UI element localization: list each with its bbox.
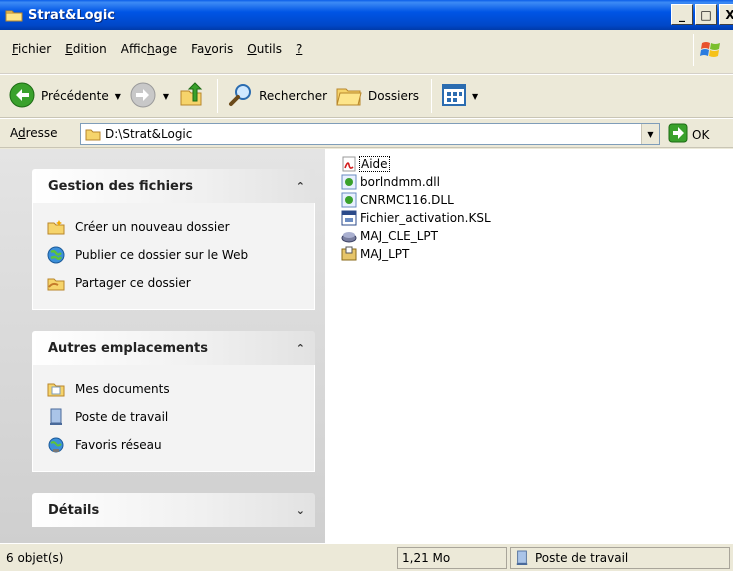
menu-outils[interactable]: Outils <box>243 42 292 56</box>
other-places-panel: Autres emplacements ⌃ Mes documents Post… <box>32 331 315 472</box>
expand-chevron-icon[interactable]: ⌄ <box>296 504 305 517</box>
search-button[interactable]: Rechercher <box>228 78 327 114</box>
panel-title: Détails <box>48 502 100 518</box>
place-my-computer[interactable]: Poste de travail <box>47 403 300 431</box>
search-label: Rechercher <box>259 89 328 103</box>
panel-title: Autres emplacements <box>48 340 209 356</box>
file-item[interactable]: borlndmm.dll <box>341 173 440 191</box>
forward-arrow-icon <box>129 81 157 112</box>
folders-button[interactable]: Dossiers <box>335 78 419 114</box>
file-item[interactable]: MAJ_CLE_LPT <box>341 227 438 245</box>
address-label: Adresse <box>10 126 58 140</box>
folder-icon <box>85 127 101 141</box>
menu-bar: Fichier Edition Affichage Favoris Outils… <box>0 30 733 74</box>
file-item[interactable]: Fichier_activation.KSL <box>341 209 491 227</box>
task-pane: Gestion des fichiers ⌃ Créer un nouveau … <box>0 149 325 543</box>
folders-icon <box>335 83 363 110</box>
menu-affichage[interactable]: Affichage <box>117 42 187 56</box>
collapse-chevron-icon[interactable]: ⌃ <box>296 180 305 193</box>
file-item[interactable]: MAJ_LPT <box>341 245 409 263</box>
toolbar: Précédente ▼ ▼ Rechercher Dossiers ▼ <box>0 74 733 118</box>
file-tasks-panel: Gestion des fichiers ⌃ Créer un nouveau … <box>32 169 315 310</box>
windows-logo-icon <box>693 34 727 66</box>
back-arrow-icon <box>8 81 36 112</box>
status-location: Poste de travail <box>535 551 629 565</box>
forward-button[interactable]: ▼ <box>129 78 169 114</box>
menu-help[interactable]: ? <box>292 42 312 56</box>
status-count: 6 objet(s) <box>6 551 64 565</box>
ksl-file-icon <box>341 210 357 226</box>
file-list: Aide borlndmm.dll CNRMC116.DLL Fichier_a… <box>325 149 733 543</box>
installer-icon <box>341 228 357 244</box>
task-share-folder[interactable]: Partager ce dossier <box>47 269 300 297</box>
address-bar: Adresse D:\Strat&Logic ▼ OK <box>0 118 733 148</box>
place-network[interactable]: Favoris réseau <box>47 431 300 459</box>
file-tasks-header[interactable]: Gestion des fichiers ⌃ <box>32 169 315 203</box>
toolbar-divider <box>217 79 219 113</box>
pdf-icon <box>341 156 357 172</box>
minimize-button[interactable]: _ <box>671 4 693 25</box>
other-places-header[interactable]: Autres emplacements ⌃ <box>32 331 315 365</box>
back-button[interactable]: Précédente ▼ <box>8 78 121 114</box>
menu-edition[interactable]: Edition <box>61 42 117 56</box>
task-new-folder[interactable]: Créer un nouveau dossier <box>47 213 300 241</box>
place-my-documents[interactable]: Mes documents <box>47 375 300 403</box>
task-publish-web[interactable]: Publier ce dossier sur le Web <box>47 241 300 269</box>
title-bar[interactable]: Strat&Logic _ □ X <box>0 0 733 30</box>
installer-box-icon <box>341 246 357 262</box>
window-title: Strat&Logic <box>28 7 115 23</box>
globe-icon <box>47 246 65 264</box>
my-documents-icon <box>47 380 65 398</box>
toolbar-divider <box>431 79 433 113</box>
chevron-down-icon[interactable]: ▼ <box>641 124 659 144</box>
status-bar: 6 objet(s) 1,21 Mo Poste de travail <box>0 543 733 571</box>
file-item[interactable]: Aide <box>341 155 390 173</box>
computer-icon <box>47 408 65 426</box>
chevron-down-icon[interactable]: ▼ <box>115 92 121 101</box>
folder-icon <box>4 6 24 24</box>
views-button[interactable]: ▼ <box>442 78 478 114</box>
file-item[interactable]: CNRMC116.DLL <box>341 191 454 209</box>
menu-favoris[interactable]: Favoris <box>187 42 243 56</box>
network-globe-icon <box>47 436 65 454</box>
status-location-cell: Poste de travail <box>510 547 730 569</box>
chevron-down-icon[interactable]: ▼ <box>472 92 478 101</box>
collapse-chevron-icon[interactable]: ⌃ <box>296 342 305 355</box>
maximize-button[interactable]: □ <box>695 4 717 25</box>
details-panel: Détails ⌄ <box>32 493 315 527</box>
back-label: Précédente <box>41 89 109 103</box>
share-folder-icon <box>47 274 65 292</box>
dll-icon <box>341 192 357 208</box>
search-icon <box>228 82 254 111</box>
go-label: OK <box>692 127 710 142</box>
address-input[interactable]: D:\Strat&Logic ▼ <box>80 123 660 145</box>
dll-icon <box>341 174 357 190</box>
up-folder-icon <box>177 81 205 112</box>
folders-label: Dossiers <box>368 89 420 103</box>
computer-icon <box>515 550 529 566</box>
address-value: D:\Strat&Logic <box>105 127 193 141</box>
go-button[interactable]: OK <box>668 123 709 146</box>
status-size: 1,21 Mo <box>397 547 507 569</box>
new-folder-icon <box>47 218 65 236</box>
close-button[interactable]: X <box>719 4 733 25</box>
chevron-down-icon[interactable]: ▼ <box>163 92 169 101</box>
details-header[interactable]: Détails ⌄ <box>32 493 315 527</box>
menu-fichier[interactable]: Fichier <box>8 42 61 56</box>
up-folder-button[interactable] <box>177 78 205 114</box>
go-arrow-icon <box>668 123 688 146</box>
view-grid-icon <box>442 83 467 109</box>
panel-title: Gestion des fichiers <box>48 178 194 194</box>
